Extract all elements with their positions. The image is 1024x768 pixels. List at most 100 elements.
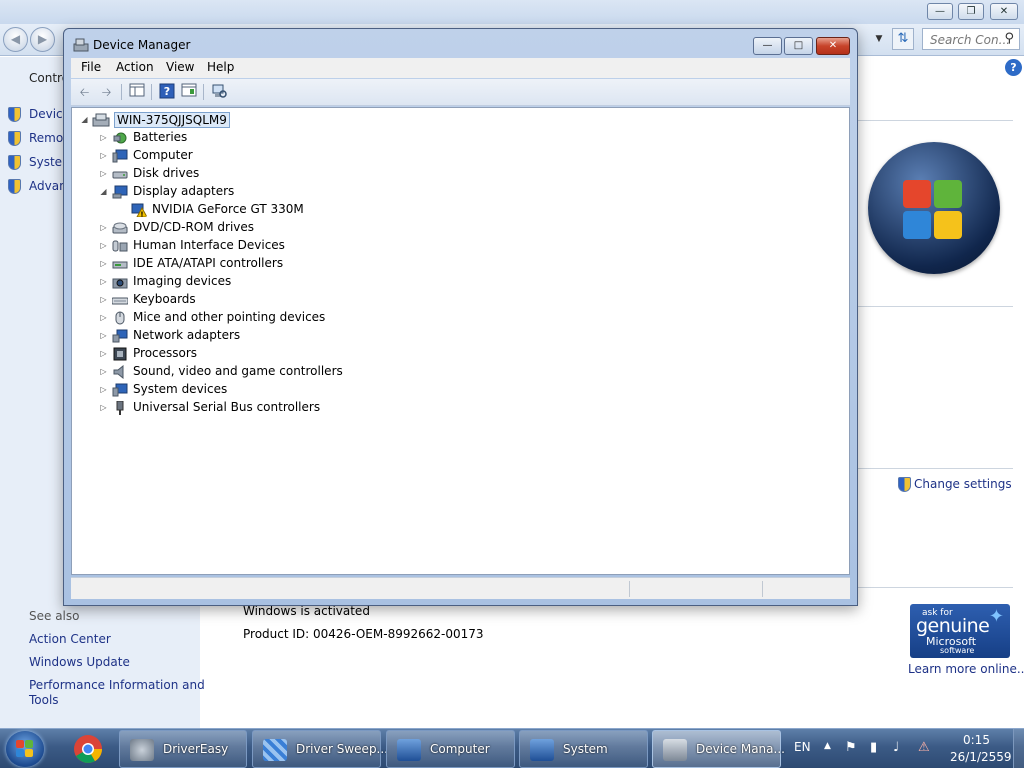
- tree-item-label: Imaging devices: [133, 274, 232, 288]
- back-button[interactable]: ◀: [3, 27, 28, 52]
- expand-triangle-icon[interactable]: ▷: [99, 331, 108, 340]
- scan-hardware-icon: [212, 84, 227, 98]
- show-desktop-button[interactable]: [1013, 729, 1024, 768]
- console-tree-icon: [129, 83, 144, 97]
- menu-view[interactable]: View: [166, 60, 194, 74]
- tree-item-label: IDE ATA/ATAPI controllers: [133, 256, 284, 270]
- volume-icon[interactable]: ♩: [893, 740, 899, 755]
- taskbar-item-device-manager[interactable]: Device Mana...: [652, 730, 785, 768]
- see-also-action-center[interactable]: Action Center: [29, 632, 111, 646]
- address-dropdown-button[interactable]: ▼: [870, 28, 888, 50]
- system-minimize-button[interactable]: —: [927, 3, 953, 20]
- tree-item-computer[interactable]: ▷ Computer: [72, 147, 372, 165]
- tree-item-disk-drives[interactable]: ▷ Disk drives: [72, 165, 372, 183]
- taskbar-item-driver-sweeper[interactable]: Driver Sweep...: [252, 730, 388, 768]
- help-icon[interactable]: ?: [1005, 59, 1022, 76]
- search-icon: ⚲: [1004, 31, 1014, 46]
- toolbar-back-button[interactable]: 🡠: [75, 83, 94, 101]
- tree-item-keyboards[interactable]: ▷ Keyboards: [72, 291, 372, 309]
- clock-date[interactable]: 26/1/2559: [950, 750, 1012, 764]
- tree-item-network-adapters[interactable]: ▷ Network adapters: [72, 327, 372, 345]
- system-window-titlebar: — ❐ ✕: [0, 0, 1024, 24]
- expand-triangle-icon[interactable]: ▷: [99, 349, 108, 358]
- section-divider: [858, 306, 1013, 307]
- expand-triangle-icon[interactable]: ▷: [99, 133, 108, 142]
- tree-item-batteries[interactable]: ▷ Batteries: [72, 129, 372, 147]
- tree-item-system-devices[interactable]: ▷ System devices: [72, 381, 372, 399]
- tree-item-processors[interactable]: ▷ Processors: [72, 345, 372, 363]
- action-center-flag-icon[interactable]: ⚑: [845, 740, 857, 755]
- expand-triangle-icon[interactable]: ▷: [99, 313, 108, 322]
- expand-triangle-icon[interactable]: ▷: [99, 151, 108, 160]
- menu-file[interactable]: File: [81, 60, 101, 74]
- tree-item-mice[interactable]: ▷ Mice and other pointing devices: [72, 309, 372, 327]
- sidebar-link-advanced-settings[interactable]: Advan: [29, 179, 67, 193]
- toolbar-scan-hardware-button[interactable]: [209, 83, 228, 101]
- start-orb-pane: [16, 749, 24, 757]
- shield-icon: [8, 155, 21, 170]
- expand-triangle-icon[interactable]: ▷: [99, 223, 108, 232]
- tree-item-usb-controllers[interactable]: ▷ Universal Serial Bus controllers: [72, 399, 372, 417]
- tree-item-display-adapters[interactable]: ◢ Display adapters: [72, 183, 372, 201]
- network-signal-icon[interactable]: ▮: [870, 740, 877, 755]
- expand-triangle-icon[interactable]: ▷: [99, 403, 108, 412]
- expand-triangle-icon[interactable]: ▷: [99, 241, 108, 250]
- dm-close-button[interactable]: ✕: [816, 37, 850, 55]
- windows-logo-icon: [868, 142, 1000, 274]
- genuine-microsoft-badge[interactable]: ask for genuine Microsoft software ✦: [910, 604, 1010, 658]
- start-button[interactable]: [6, 731, 44, 767]
- collapse-triangle-icon[interactable]: ◢: [99, 187, 108, 196]
- tree-item-label: NVIDIA GeForce GT 330M: [152, 202, 304, 216]
- toolbar-console-tree-button[interactable]: [127, 83, 146, 101]
- tree-item-label: Display adapters: [133, 184, 235, 198]
- taskbar-item-label: System: [563, 742, 608, 756]
- system-restore-button[interactable]: ❐: [958, 3, 984, 20]
- expand-triangle-icon[interactable]: ▷: [99, 385, 108, 394]
- device-tree: ◢ WIN-375QJJSQLM9 ▷ Batteries ▷ Computer…: [71, 107, 850, 575]
- see-also-performance-info[interactable]: Performance Information and: [29, 678, 205, 692]
- chrome-taskbar-button[interactable]: [68, 731, 108, 767]
- product-id: Product ID: 00426-OEM-8992662-00173: [243, 627, 484, 641]
- tree-item-hid[interactable]: ▷ Human Interface Devices: [72, 237, 372, 255]
- toolbar-forward-button[interactable]: 🡢: [97, 83, 116, 101]
- expand-triangle-icon[interactable]: ▷: [99, 295, 108, 304]
- tree-item-dvd-drives[interactable]: ▷ DVD/CD-ROM drives: [72, 219, 372, 237]
- dm-maximize-button[interactable]: □: [784, 37, 813, 55]
- expand-triangle-icon[interactable]: ▷: [99, 169, 108, 178]
- system-close-button[interactable]: ✕: [990, 3, 1018, 20]
- power-warning-icon[interactable]: ⚠: [918, 740, 930, 755]
- clock-time[interactable]: 0:15: [963, 733, 990, 747]
- show-hidden-icons-arrow-icon[interactable]: ▲: [824, 741, 831, 751]
- tree-item-sound-controllers[interactable]: ▷ Sound, video and game controllers: [72, 363, 372, 381]
- tree-root-node[interactable]: ◢ WIN-375QJJSQLM9: [72, 111, 372, 129]
- learn-more-link[interactable]: Learn more online...: [908, 662, 1024, 676]
- refresh-button[interactable]: ⇅: [892, 28, 914, 50]
- language-indicator[interactable]: EN: [794, 740, 811, 754]
- back-arrow-icon: 🡠: [79, 85, 90, 99]
- search-input[interactable]: Search Con... ⚲: [922, 28, 1020, 50]
- see-also-performance-info-tools[interactable]: Tools: [29, 693, 59, 707]
- taskbar-item-computer[interactable]: Computer: [386, 730, 515, 768]
- expand-triangle-icon[interactable]: ▷: [99, 277, 108, 286]
- menu-help[interactable]: Help: [207, 60, 234, 74]
- taskbar-item-label: Driver Sweep...: [296, 742, 388, 756]
- taskbar-item-system[interactable]: System: [519, 730, 648, 768]
- tree-item-ide-controllers[interactable]: ▷ IDE ATA/ATAPI controllers: [72, 255, 372, 273]
- dm-minimize-button[interactable]: —: [753, 37, 782, 55]
- expand-triangle-icon[interactable]: ▷: [99, 259, 108, 268]
- forward-button[interactable]: ▶: [30, 27, 55, 52]
- properties-icon: [181, 83, 196, 97]
- toolbar-help-button[interactable]: ?: [157, 83, 176, 101]
- tree-item-imaging-devices[interactable]: ▷ Imaging devices: [72, 273, 372, 291]
- collapse-triangle-icon[interactable]: ◢: [80, 115, 89, 124]
- toolbar-properties-button[interactable]: [179, 83, 198, 101]
- expand-triangle-icon[interactable]: ▷: [99, 367, 108, 376]
- tree-item-label: Mice and other pointing devices: [133, 310, 326, 324]
- tree-item-nvidia-gt330m[interactable]: ! NVIDIA GeForce GT 330M: [72, 201, 372, 219]
- see-also-windows-update[interactable]: Windows Update: [29, 655, 130, 669]
- taskbar-item-drivereasy[interactable]: DriverEasy: [119, 730, 247, 768]
- computer-icon: [397, 739, 421, 761]
- menu-action[interactable]: Action: [116, 60, 154, 74]
- tree-item-label: Computer: [133, 148, 193, 162]
- see-also-heading: See also: [29, 609, 80, 623]
